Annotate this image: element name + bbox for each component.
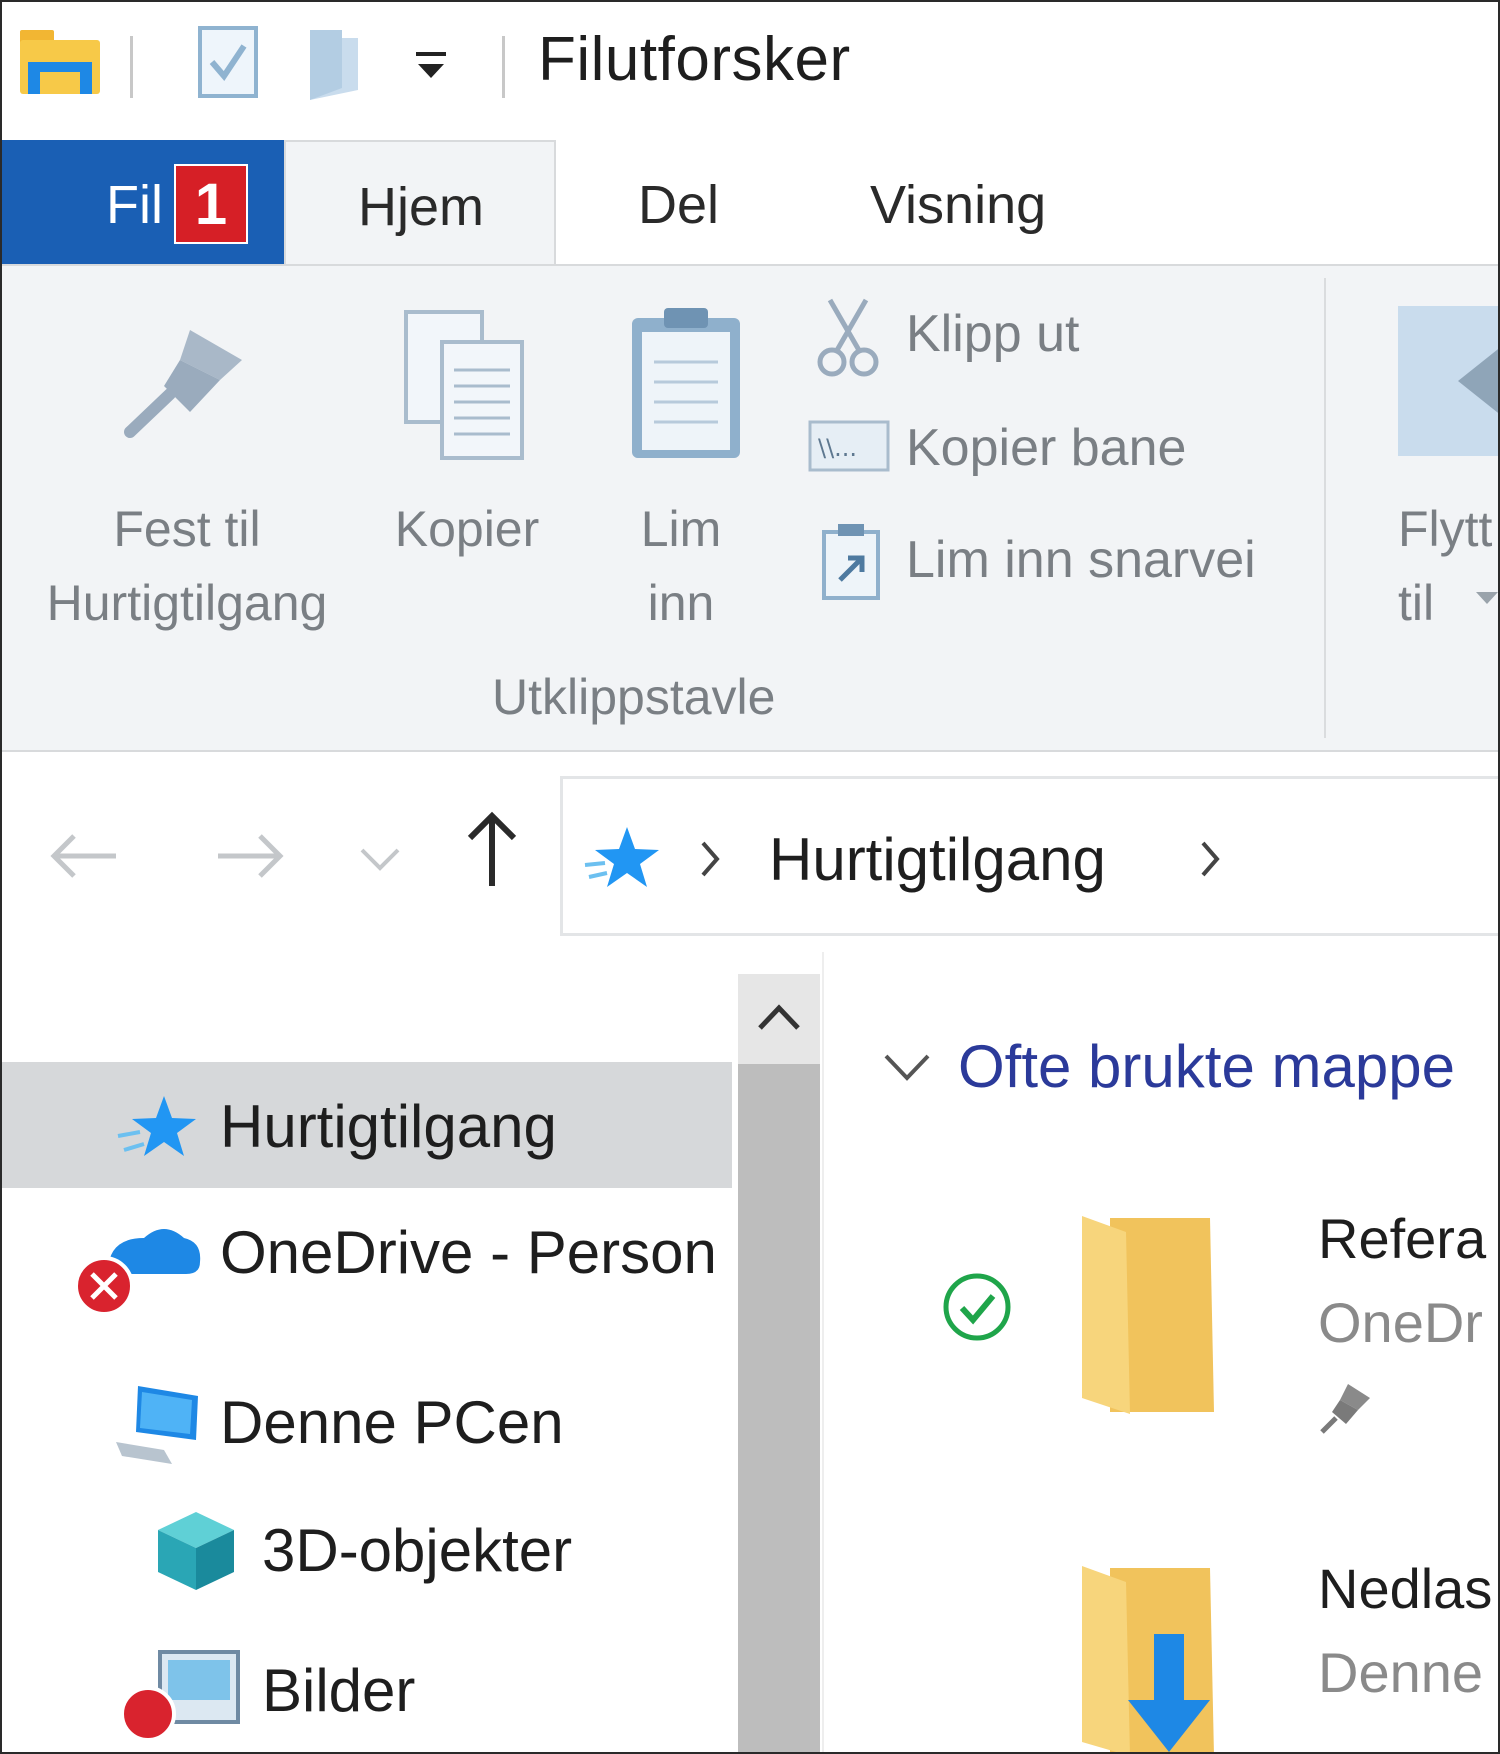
- back-arrow-icon[interactable]: [48, 832, 120, 882]
- breadcrumb-chevron-icon[interactable]: [699, 839, 723, 879]
- pin-label-line1: Fest til: [113, 501, 261, 557]
- up-arrow-icon[interactable]: [464, 810, 520, 890]
- window-title: Filutforsker: [538, 25, 851, 94]
- folder-icon: [1082, 1216, 1214, 1414]
- tree-item-label: 3D-objekter: [262, 1517, 573, 1584]
- new-folder-icon[interactable]: [306, 24, 362, 102]
- ribbon-home: Fest til Hurtigtilgang Kopier Lim inn Kl…: [2, 264, 1498, 752]
- paste-shortcut-icon: [822, 524, 880, 600]
- move-to-dropdown-icon: [1476, 592, 1498, 604]
- tree-item-label: Hurtigtilgang: [220, 1093, 557, 1160]
- paste-shortcut-label: Lim inn snarvei: [906, 531, 1256, 589]
- folder-item[interactable]: Refera OneDr: [824, 1202, 1498, 1434]
- pin-icon: [124, 330, 242, 438]
- copy-path-label: Kopier bane: [906, 419, 1187, 477]
- paste-shortcut-button[interactable]: Lim inn snarvei: [808, 516, 1308, 606]
- tree-item-label: Denne PCen: [220, 1389, 564, 1456]
- folder-location: OneDr: [1318, 1291, 1483, 1354]
- move-to-label-line1: Flytt: [1398, 501, 1493, 557]
- section-title-frequent-folders[interactable]: Ofte brukte mappe: [958, 1032, 1455, 1101]
- tab-fil[interactable]: Fil 1: [2, 140, 284, 264]
- pin-to-quick-access-button[interactable]: Fest til Hurtigtilgang: [2, 266, 372, 656]
- title-bar: Filutforsker: [2, 2, 1498, 140]
- customize-dropdown-icon[interactable]: [412, 48, 450, 84]
- navigation-pane: Hurtigtilgang OneDrive - Person Denne PC…: [2, 952, 822, 1752]
- tab-hjem[interactable]: Hjem: [284, 140, 556, 266]
- tab-fil-label: Fil: [106, 175, 163, 235]
- copy-button[interactable]: Kopier: [374, 266, 560, 656]
- ribbon-tabs: Fil 1 Hjem Del Visning: [2, 140, 1498, 266]
- tab-visning[interactable]: Visning: [870, 174, 1046, 236]
- paste-button[interactable]: Lim inn: [606, 266, 756, 656]
- move-to-label-line2: til: [1398, 575, 1435, 631]
- quick-access-star-icon: [584, 827, 659, 887]
- navigation-bar: Hurtigtilgang: [2, 752, 1498, 952]
- recent-locations-chevron-down-icon[interactable]: [358, 844, 402, 874]
- tree-item-quick-access[interactable]: Hurtigtilgang: [2, 1062, 732, 1188]
- folder-name: Nedlas: [1318, 1557, 1493, 1620]
- 3d-cube-icon: [158, 1512, 234, 1590]
- tree-item-3d-objects[interactable]: 3D-objekter: [2, 1492, 732, 1618]
- address-bar[interactable]: Hurtigtilgang: [560, 776, 1498, 936]
- pinned-icon: [1320, 1384, 1370, 1434]
- scissors-icon: [817, 298, 879, 377]
- properties-icon[interactable]: [196, 24, 262, 102]
- cut-label: Klipp ut: [906, 305, 1080, 363]
- tab-del[interactable]: Del: [638, 174, 719, 236]
- sync-status-check-icon: [943, 1273, 1011, 1341]
- tree-item-this-pc[interactable]: Denne PCen: [2, 1362, 732, 1488]
- pictures-icon: [120, 1650, 240, 1742]
- step-badge: 1: [174, 164, 248, 244]
- content-pane: Ofte brukte mappe Refera OneDr Nedlas De…: [822, 952, 1498, 1752]
- explorer-app-icon[interactable]: [18, 24, 102, 96]
- file-explorer-window: Filutforsker Fil 1 Hjem Del Visning Fest…: [0, 0, 1500, 1754]
- breadcrumb-chevron-icon[interactable]: [1199, 839, 1223, 879]
- copy-label: Kopier: [394, 501, 540, 557]
- ribbon-group-separator: [1324, 278, 1326, 738]
- copy-path-icon: \\...: [808, 420, 890, 472]
- copy-path-button[interactable]: \\... Kopier bane: [808, 406, 1308, 490]
- folder-name: Refera: [1318, 1207, 1487, 1270]
- tab-hjem-label: Hjem: [358, 177, 485, 237]
- section-collapse-chevron-icon[interactable]: [882, 1050, 932, 1086]
- cut-button[interactable]: Klipp ut: [808, 296, 1308, 380]
- pin-label-line2: Hurtigtilgang: [46, 575, 328, 631]
- move-to-icon: [1398, 306, 1498, 456]
- paste-label-line1: Lim: [640, 501, 722, 557]
- folder-location: Denne: [1318, 1641, 1484, 1704]
- folder-item[interactable]: Nedlas Denne: [824, 1552, 1498, 1752]
- toolbar-separator: [502, 36, 505, 98]
- toolbar-separator: [130, 36, 133, 98]
- tree-item-label: Bilder: [262, 1657, 416, 1724]
- breadcrumb-current[interactable]: Hurtigtilgang: [769, 825, 1106, 894]
- computer-icon: [116, 1386, 198, 1464]
- tree-item-pictures[interactable]: Bilder: [2, 1620, 732, 1752]
- paste-clipboard-icon: [632, 308, 740, 458]
- scroll-up-chevron-icon[interactable]: [756, 1002, 802, 1034]
- tree-item-onedrive[interactable]: OneDrive - Person: [2, 1192, 732, 1318]
- quick-access-star-icon: [117, 1096, 196, 1156]
- onedrive-cloud-icon: [74, 1229, 201, 1316]
- paste-label-line2: inn: [647, 575, 715, 631]
- svg-text:\\...: \\...: [818, 434, 857, 462]
- move-to-button[interactable]: Flytt til: [1372, 266, 1498, 656]
- tree-scrollbar-thumb[interactable]: [738, 1064, 820, 1752]
- copy-icon: [404, 310, 524, 460]
- clipboard-group-label: Utklippstavle: [492, 669, 776, 725]
- tree-item-label: OneDrive - Person: [220, 1219, 717, 1286]
- downloads-folder-icon: [1082, 1566, 1214, 1752]
- forward-arrow-icon[interactable]: [214, 832, 286, 882]
